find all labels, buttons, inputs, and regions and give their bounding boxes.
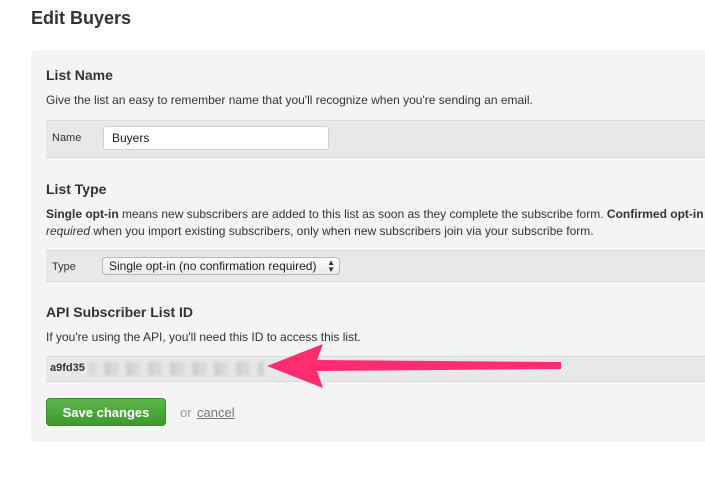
type-field-label: Type: [52, 261, 76, 273]
list-type-help: Single opt-in means new subscribers are …: [46, 206, 704, 240]
cancel-link[interactable]: cancel: [197, 405, 235, 420]
list-name-title: List Name: [46, 67, 113, 83]
select-updown-icon: ▲ ▼: [327, 258, 335, 274]
blurred-id-redaction: [88, 362, 264, 376]
pointer-arrow-icon: [267, 344, 561, 388]
api-list-id-value: a9fd35: [50, 362, 85, 374]
single-optin-term: Single opt-in: [46, 207, 119, 221]
or-text: or: [180, 405, 192, 420]
save-changes-button[interactable]: Save changes: [46, 398, 166, 426]
list-type-select[interactable]: Single opt-in (no confirmation required)…: [102, 257, 340, 275]
page-title: Edit Buyers: [31, 8, 132, 28]
api-list-id-title: API Subscriber List ID: [46, 304, 194, 320]
list-type-title: List Type: [46, 181, 107, 197]
list-type-help-text-1: means new subscribers are added to this …: [118, 207, 607, 221]
list-name-input[interactable]: Buyers: [103, 126, 329, 150]
list-name-help: Give the list an easy to remember name t…: [46, 93, 533, 107]
required-term: required: [46, 224, 91, 238]
list-type-help-text-2: when you import existing subscribers, on…: [90, 224, 594, 238]
confirmed-optin-term: Confirmed opt-in: [606, 207, 704, 221]
name-field-label: Name: [52, 132, 82, 144]
list-type-selected-value: Single opt-in (no confirmation required): [109, 259, 317, 273]
